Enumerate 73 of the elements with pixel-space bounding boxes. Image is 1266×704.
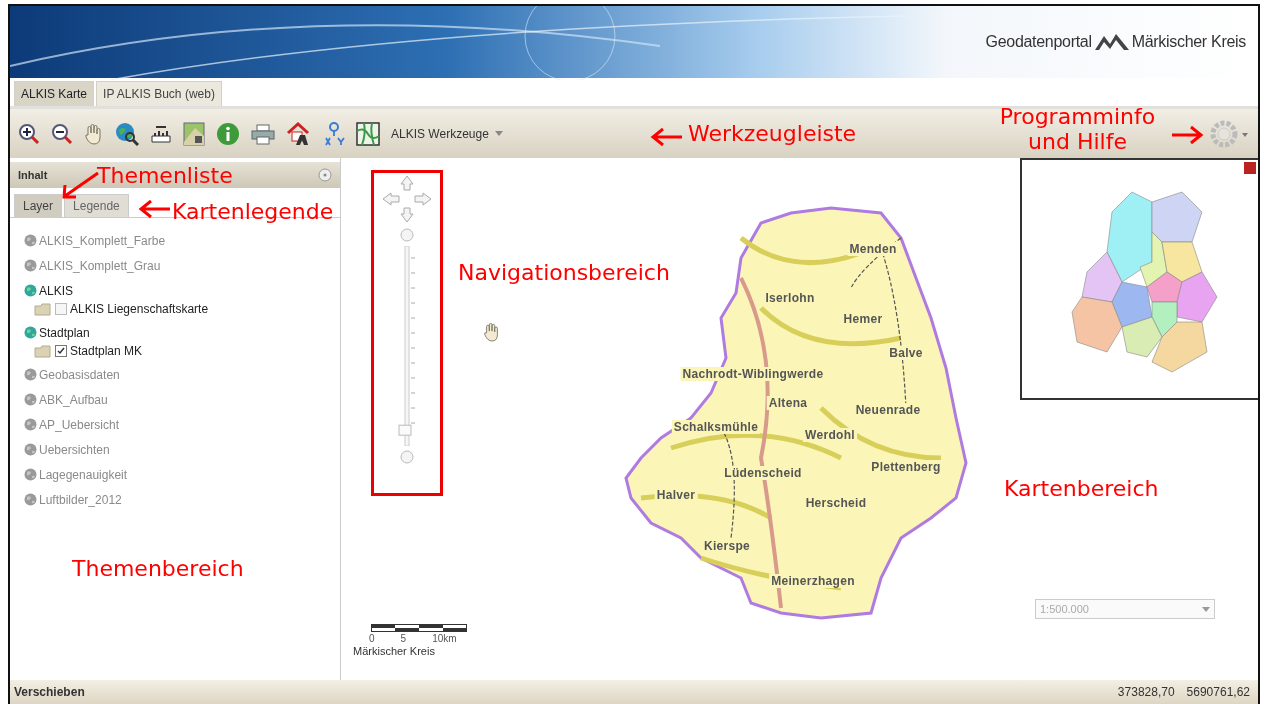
layer-label[interactable]: AP_Uebersicht (39, 417, 120, 432)
map-picture-icon[interactable] (183, 121, 205, 146)
layer-label[interactable]: Luftbilder_2012 (39, 492, 122, 507)
info-icon[interactable] (216, 121, 240, 146)
layer-label[interactable]: ALKIS Liegenschaftskarte (70, 302, 209, 316)
folder-icon (34, 302, 52, 316)
layer-checkbox[interactable] (55, 303, 67, 315)
layer-label[interactable]: Uebersichten (39, 442, 110, 457)
coordinates-icon[interactable] (323, 120, 345, 147)
panel-title: Inhalt (18, 169, 48, 181)
mountain-logo-icon (1094, 32, 1129, 52)
town-label: Lüdenscheid (722, 466, 804, 480)
coordinate-x: 373828,70 (1117, 685, 1175, 699)
scale-caption: Märkischer Kreis (353, 645, 436, 657)
scale-tick-label: 5 (400, 633, 407, 644)
town-label: Schalksmühle (671, 420, 761, 434)
town-label: Halver (654, 488, 698, 502)
layer-label[interactable]: ALKIS (39, 283, 74, 298)
zoom-in-icon[interactable] (18, 122, 40, 145)
annotation-label: Themenbereich (72, 556, 245, 582)
portal-title: Geodatenportal (985, 33, 1092, 51)
town-label: Iserlohn (763, 291, 817, 305)
app-tab[interactable]: IP ALKIS Buch (web) (96, 81, 222, 106)
town-label: Menden (847, 242, 899, 256)
layer-label[interactable]: Stadtplan MK (70, 344, 143, 358)
annotation-label: Kartenlegende (172, 199, 335, 225)
layer-label[interactable]: ABK_Aufbau (39, 392, 108, 407)
pointer-arrow (650, 126, 684, 148)
town-label: Werdohl (803, 428, 857, 442)
annotation-label: Navigationsbereich (458, 260, 671, 286)
layer-label[interactable]: Stadtplan (39, 325, 90, 340)
town-label: Plettenberg (869, 460, 943, 474)
scale-tick-label: 0 (369, 633, 375, 644)
layer-label[interactable]: ALKIS_Komplett_Farbe (39, 233, 166, 248)
house-icon[interactable] (286, 120, 312, 147)
scale-bar-icon (371, 624, 467, 632)
district-name: Märkischer Kreis (1131, 33, 1246, 51)
hand-icon[interactable] (84, 122, 104, 145)
pointer-arrow (1170, 124, 1204, 146)
town-label: Herscheid (803, 496, 869, 510)
coordinate-y: 5690761,62 (1186, 685, 1250, 699)
pointer-arrow (138, 198, 172, 220)
dropdown-caret-icon (1202, 606, 1210, 612)
panel-tab[interactable]: Layer (14, 194, 63, 217)
annotation-label: Kartenbereich (1004, 476, 1160, 502)
town-label: Neuenrade (853, 403, 923, 417)
collapse-icon[interactable] (318, 168, 332, 182)
zoom-out-icon[interactable] (51, 122, 73, 145)
town-label: Altena (766, 396, 810, 410)
printer-icon[interactable] (251, 122, 275, 145)
app-tab[interactable]: ALKIS Karte (14, 81, 95, 106)
town-label: Nachrodt-Wiblingwerde (680, 367, 826, 381)
map-grid-icon[interactable] (356, 121, 380, 146)
caret-icon (494, 131, 503, 136)
globe-search-icon[interactable] (115, 121, 139, 146)
annotation-label: Themenliste (97, 163, 234, 189)
status-mode: Verschieben (14, 685, 86, 699)
town-label: Kierspe (701, 539, 753, 553)
panel-tab[interactable]: Legende (64, 194, 129, 217)
town-label: Balve (887, 346, 925, 360)
layer-label[interactable]: Geobasisdaten (39, 367, 120, 382)
town-label: Meinerzhagen (769, 574, 857, 588)
layer-label[interactable]: Lagegenauigkeit (39, 467, 128, 482)
town-label: Hemer (841, 312, 885, 326)
hand-cursor-icon (483, 322, 501, 342)
tools-menu-button[interactable]: ALKIS Werkzeuge (391, 126, 503, 141)
annotation-label: Programminfo und Hilfe (998, 104, 1157, 155)
scale-icon[interactable] (150, 123, 172, 144)
annotation-label: Werkzeugleiste (688, 121, 858, 147)
folder-icon (34, 344, 52, 358)
layer-label[interactable]: ALKIS_Komplett_Grau (39, 258, 161, 273)
layer-checkbox[interactable] (55, 345, 67, 357)
scale-tick-label: 10km (432, 633, 457, 644)
